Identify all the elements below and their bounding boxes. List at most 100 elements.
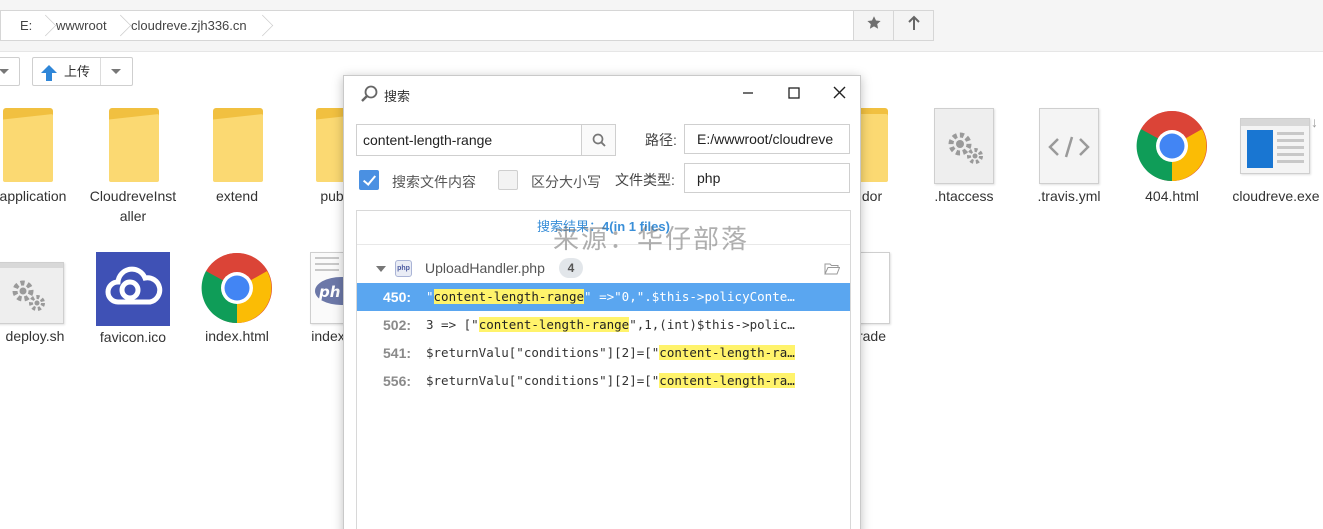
file-item-deploy-sh[interactable]: deploy.sh	[0, 250, 80, 360]
cloud-logo-icon	[96, 252, 170, 326]
chevron-down-icon[interactable]	[111, 69, 121, 74]
hit-code: $returnValu["conditions"][2]=["content-l…	[426, 345, 838, 360]
file-name: deploy.sh	[5, 328, 65, 344]
file-name: cloudreve.exe	[1232, 188, 1320, 204]
file-name-line1: CloudreveInst	[89, 188, 177, 204]
hit-code: $returnValu["conditions"][2]=["content-l…	[426, 373, 838, 388]
breadcrumb-wwwroot[interactable]: wwwroot	[56, 11, 107, 40]
address-bar: E: wwwroot cloudreve.zjh336.cn	[0, 0, 1323, 52]
hit-line-number: 502:	[383, 317, 412, 333]
search-icon	[592, 133, 606, 150]
star-icon	[866, 15, 882, 36]
file-name: index.html	[205, 328, 269, 344]
case-sensitive-checkbox[interactable]	[498, 170, 518, 190]
hit-code-after: ",1,(int)$this->polic…	[629, 317, 795, 332]
hit-code-before: 3 => ["	[426, 317, 479, 332]
file-name: .travis.yml	[1037, 188, 1101, 204]
svg-text:ph: ph	[318, 283, 340, 301]
search-submit-button[interactable]	[581, 124, 616, 156]
hit-match: content-length-range	[478, 317, 630, 332]
hit-match: content-length-ra…	[659, 373, 795, 388]
breadcrumb-separator	[114, 11, 124, 40]
filetype-label: 文件类型:	[615, 172, 675, 188]
search-results-panel: 搜索结果：4(in 1 files) 来源：华仔部落 php UploadHan…	[356, 210, 851, 529]
search-hit-row[interactable]: 556: $returnValu["conditions"][2]=["cont…	[357, 367, 850, 395]
php-file-icon: php	[395, 260, 412, 277]
file-name: application	[0, 188, 67, 204]
file-name-line2: aller	[119, 208, 147, 224]
divider	[100, 58, 101, 85]
search-icon	[359, 84, 379, 104]
match-count-badge: 4	[559, 258, 583, 278]
hit-line-number: 450:	[383, 289, 412, 305]
hit-line-number: 556:	[383, 373, 412, 389]
open-folder-icon[interactable]	[824, 263, 841, 275]
maximize-button[interactable]	[779, 82, 809, 106]
collapse-toggle-icon[interactable]	[376, 266, 386, 272]
chrome-icon	[201, 252, 273, 324]
file-item-application[interactable]: application	[0, 100, 83, 220]
hit-code: 3 => ["content-length-range",1,(int)$thi…	[426, 317, 838, 332]
left-dropdown-button[interactable]	[0, 57, 20, 86]
dialog-title: 搜索	[384, 89, 411, 104]
file-name: favicon.ico	[99, 329, 167, 345]
breadcrumb-current-folder[interactable]: cloudreve.zjh336.cn	[131, 11, 247, 40]
settings-file-icon	[934, 108, 994, 184]
upload-button[interactable]: 上传	[32, 57, 133, 86]
file-item-travis-yml[interactable]: .travis.yml	[1019, 100, 1119, 220]
file-item-cloudreve-installer[interactable]: CloudreveInst aller	[83, 100, 183, 230]
file-item-extend[interactable]: extend	[187, 100, 287, 220]
watermark-text: 来源：华仔部落	[553, 225, 750, 255]
hit-code-before: $returnValu["conditions"][2]=["	[426, 373, 660, 388]
search-dialog: 搜索 content-length-range 路径: E:/wwwroot/c…	[343, 75, 861, 529]
favorite-button[interactable]	[853, 11, 893, 40]
arrow-up-icon	[907, 15, 921, 36]
maximize-icon	[788, 86, 800, 102]
search-content-checkbox[interactable]	[359, 170, 379, 190]
folder-icon	[0, 108, 59, 182]
file-name: 404.html	[1145, 188, 1199, 204]
close-button[interactable]	[824, 82, 854, 106]
hit-match: content-length-range	[433, 289, 585, 304]
settings-file-icon	[0, 262, 64, 324]
hit-code-before: $returnValu["conditions"][2]=["	[426, 345, 660, 360]
php-file-icon: ph	[310, 252, 344, 324]
hit-code: "content-length-range" =>"0,".$this->pol…	[426, 289, 838, 304]
breadcrumb-separator	[39, 11, 49, 40]
file-item-index-html[interactable]: index.html	[187, 250, 287, 360]
result-file-name: UploadHandler.php	[425, 260, 545, 276]
up-directory-button[interactable]	[893, 11, 933, 40]
path-label: 路径:	[645, 132, 677, 148]
file-name: extend	[215, 188, 259, 204]
folder-icon	[858, 108, 888, 182]
close-icon	[833, 86, 846, 102]
folder-icon	[209, 108, 269, 182]
file-name: .htaccess	[934, 188, 994, 204]
search-hit-row[interactable]: 541: $returnValu["conditions"][2]=["cont…	[357, 339, 850, 367]
minimize-button[interactable]	[733, 82, 763, 106]
chevron-down-icon	[0, 69, 9, 74]
filetype-input[interactable]: php	[684, 163, 850, 193]
document-icon	[858, 252, 890, 324]
hit-code-before: "	[426, 289, 434, 304]
file-item-favicon-ico[interactable]: favicon.ico	[83, 250, 183, 360]
folder-icon	[105, 108, 165, 182]
breadcrumb-drive[interactable]: E:	[20, 11, 32, 40]
breadcrumb: E: wwwroot cloudreve.zjh336.cn	[0, 10, 934, 41]
search-hit-row[interactable]: 502: 3 => ["content-length-range",1,(int…	[357, 311, 850, 339]
code-file-icon	[1039, 108, 1099, 184]
exe-window-icon	[1240, 118, 1310, 174]
file-item-cloudreve-exe[interactable]: cloudreve.exe	[1226, 100, 1323, 220]
hit-line-number: 541:	[383, 345, 412, 361]
search-content-label: 搜索文件内容	[392, 174, 476, 190]
search-keyword-input[interactable]: content-length-range	[356, 124, 582, 156]
minimize-icon	[742, 87, 754, 102]
result-group-row[interactable]: php UploadHandler.php 4	[357, 255, 850, 283]
file-item-htaccess[interactable]: .htaccess	[914, 100, 1014, 220]
hit-code-after: " =>"0,".$this->policyConte…	[584, 289, 795, 304]
file-item-404-html[interactable]: 404.html	[1122, 100, 1222, 220]
chrome-icon	[1136, 110, 1208, 182]
upload-arrow-icon	[40, 64, 58, 82]
search-hit-row[interactable]: 450: "content-length-range" =>"0,".$this…	[357, 283, 850, 311]
path-input[interactable]: E:/wwwroot/cloudreve	[684, 124, 850, 154]
